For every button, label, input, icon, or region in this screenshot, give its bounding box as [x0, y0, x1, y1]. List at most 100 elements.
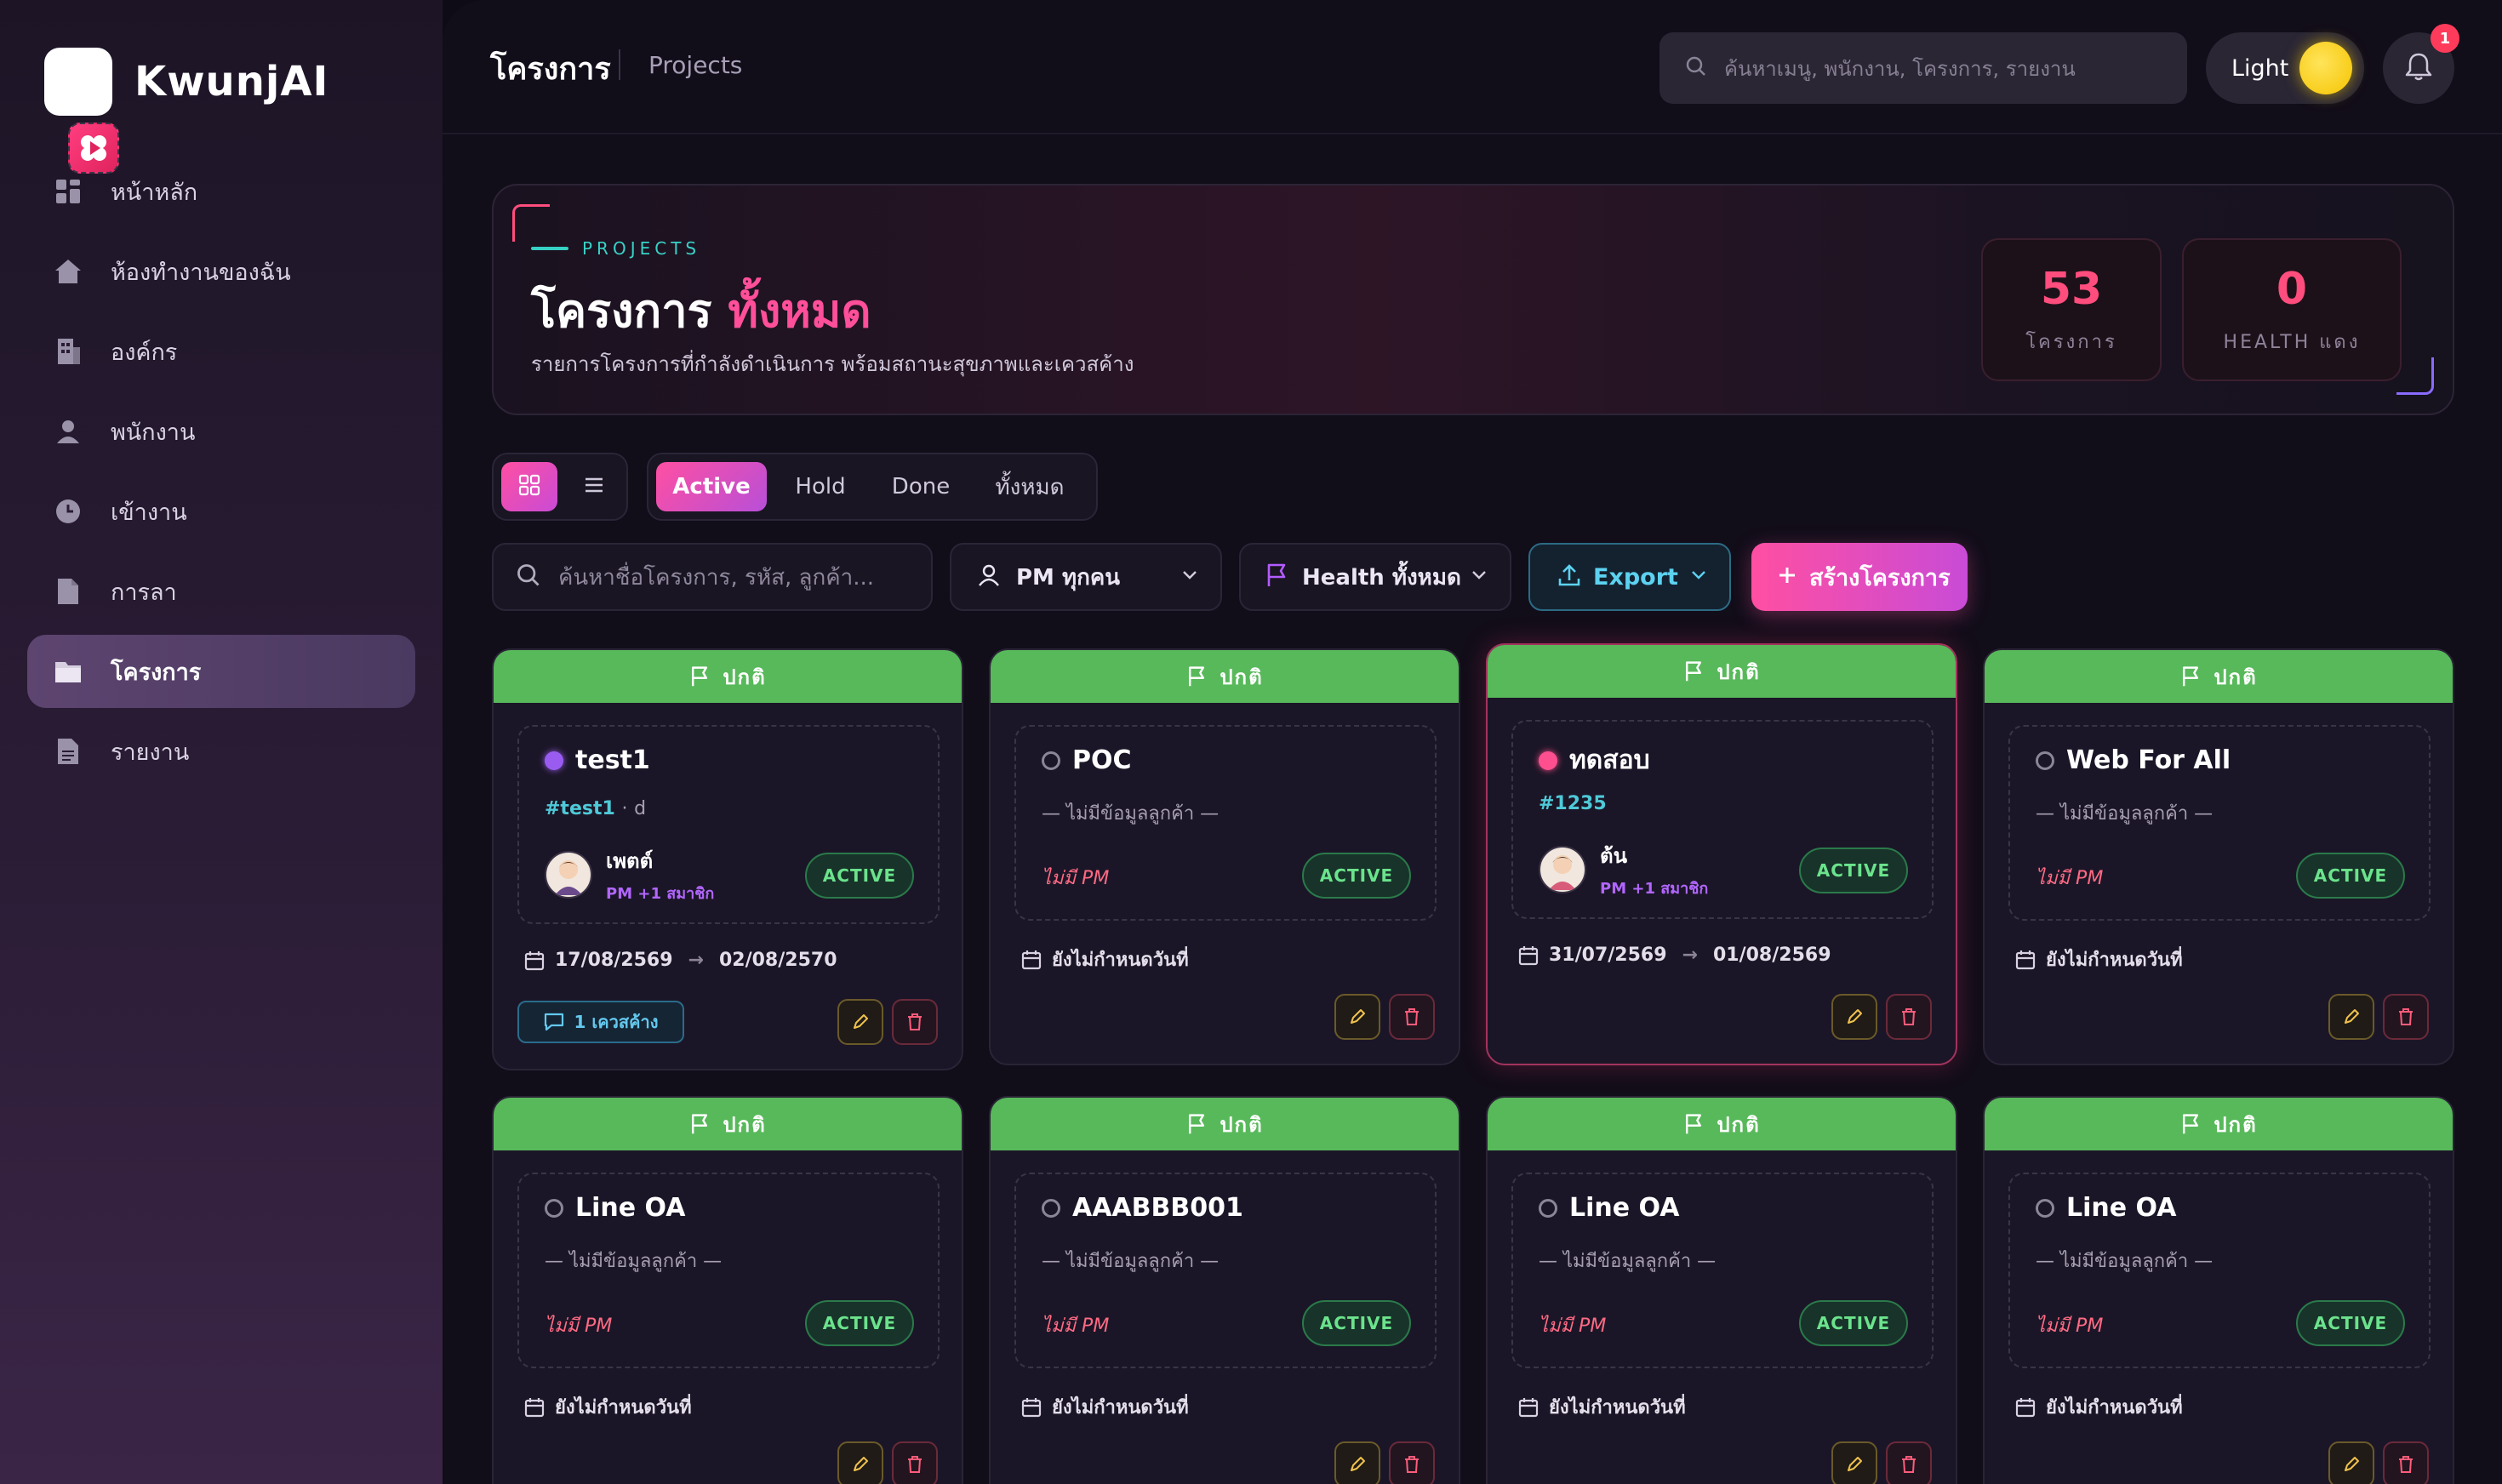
- health-label: ปกติ: [1717, 659, 1761, 684]
- delete-button[interactable]: [892, 1441, 938, 1484]
- tab-all[interactable]: ทั้งหมด: [974, 462, 1085, 511]
- edit-button[interactable]: [2328, 1441, 2374, 1484]
- grid-view-button[interactable]: [501, 462, 557, 511]
- delete-button[interactable]: [892, 999, 938, 1045]
- health-header: ปกติ: [991, 1098, 1459, 1150]
- project-card[interactable]: ปกติ Line OA — ไม่มีข้อมูลลูกค้า — ไม่มี…: [1983, 1096, 2454, 1484]
- status-tabs: Active Hold Done ทั้งหมด: [647, 453, 1098, 521]
- chevron-down-icon: [1181, 568, 1198, 585]
- sidebar-item-label: รายงาน: [111, 739, 190, 766]
- bell-icon: [2404, 51, 2433, 85]
- health-header: ปกติ: [1985, 650, 2453, 703]
- pending-label: 1 เควสค้าง: [574, 1012, 659, 1032]
- no-pm-label: ไม่มี PM: [1042, 1316, 1110, 1337]
- edit-button[interactable]: [837, 999, 883, 1045]
- no-date-label: ยังไม่กำหนดวันที่: [1052, 950, 1189, 971]
- status-badge: ACTIVE: [2296, 853, 2405, 899]
- card-body: Line OA — ไม่มีข้อมูลลูกค้า — ไม่มี PM A…: [2008, 1173, 2431, 1368]
- sidebar-item-reports[interactable]: รายงาน: [27, 715, 415, 788]
- folder-icon: [53, 656, 83, 687]
- project-code-text: #test1: [545, 798, 615, 819]
- sidebar-item-home[interactable]: หน้าหลัก: [27, 155, 415, 228]
- project-card[interactable]: ปกติ POC — ไม่มีข้อมูลลูกค้า — ไม่มี PM …: [989, 648, 1460, 1065]
- create-project-button[interactable]: สร้างโครงการ: [1751, 543, 1968, 611]
- flag-icon: [692, 666, 708, 687]
- project-card[interactable]: ปกติ Line OA — ไม่มีข้อมูลลูกค้า — ไม่มี…: [1486, 1096, 1957, 1484]
- delete-button[interactable]: [2383, 1441, 2429, 1484]
- theme-toggle[interactable]: Light: [2206, 32, 2364, 104]
- status-dot: [2036, 751, 2054, 770]
- delete-button[interactable]: [2383, 994, 2429, 1040]
- sidebar-item-label: เข้างาน: [111, 499, 187, 526]
- corner-decoration: [2396, 357, 2434, 395]
- health-filter-select[interactable]: Health ทั้งหมด: [1239, 543, 1511, 611]
- health-header: ปกติ: [1985, 1098, 2453, 1150]
- project-card[interactable]: ปกติ Web For All — ไม่มีข้อมูลลูกค้า — ไ…: [1983, 648, 2454, 1065]
- client-info: — ไม่มีข้อมูลลูกค้า —: [1539, 1251, 1717, 1272]
- export-button[interactable]: Export: [1528, 543, 1731, 611]
- page-title: โครงการ: [490, 52, 611, 87]
- project-card[interactable]: ปกติ test1 #test1 · d เพตต์ PM +1 สมาชิก…: [492, 648, 963, 1070]
- sun-icon: [2299, 42, 2352, 94]
- tab-done[interactable]: Done: [874, 462, 968, 511]
- project-name-text: Line OA: [2066, 1193, 2177, 1223]
- no-pm-label: ไม่มี PM: [2036, 1316, 2104, 1337]
- edit-button[interactable]: [1831, 994, 1877, 1040]
- status-badge: ACTIVE: [1302, 1300, 1411, 1346]
- search-icon: [516, 562, 541, 591]
- global-search-input[interactable]: ค้นหาเมนู, พนักงาน, โครงการ, รายงาน: [1659, 32, 2187, 104]
- client-info: — ไม่มีข้อมูลลูกค้า —: [2036, 803, 2214, 825]
- project-card[interactable]: ปกติ Line OA — ไม่มีข้อมูลลูกค้า — ไม่มี…: [492, 1096, 963, 1484]
- sidebar-item-my-workspace[interactable]: ห้องทำงานของฉัน: [27, 235, 415, 308]
- pm-filter-select[interactable]: PM ทุกคน: [950, 543, 1222, 611]
- edit-button[interactable]: [1831, 1441, 1877, 1484]
- no-date-label: ยังไม่กำหนดวันที่: [555, 1397, 692, 1418]
- edit-button[interactable]: [1334, 994, 1380, 1040]
- pm-name: เพตต์: [606, 849, 654, 873]
- card-body: test1 #test1 · d เพตต์ PM +1 สมาชิก ACTI…: [517, 725, 940, 924]
- health-label: ปกติ: [1717, 1112, 1761, 1137]
- project-code: #test1 · d: [545, 798, 647, 819]
- calendar-icon: [524, 950, 545, 970]
- health-label: ปกติ: [1220, 1112, 1264, 1137]
- sidebar-item-organization[interactable]: องค์กร: [27, 315, 415, 388]
- pm-role: PM +1 สมาชิก: [606, 885, 715, 903]
- delete-button[interactable]: [1886, 1441, 1932, 1484]
- edit-button[interactable]: [837, 1441, 883, 1484]
- project-card[interactable]: ปกติ AAABBB001 — ไม่มีข้อมูลลูกค้า — ไม่…: [989, 1096, 1460, 1484]
- delete-button[interactable]: [1389, 1441, 1435, 1484]
- hero-title-accent: ทั้งหมด: [728, 284, 871, 338]
- project-dates: ยังไม่กำหนดวันที่: [1021, 1392, 1189, 1422]
- brand[interactable]: KwunjAI: [44, 48, 328, 174]
- view-toggle: [492, 453, 628, 521]
- client-info: — ไม่มีข้อมูลลูกค้า —: [545, 1251, 723, 1272]
- sidebar-item-projects[interactable]: โครงการ: [27, 635, 415, 708]
- project-card[interactable]: ปกติ ทดสอบ #1235 ต้น PM +1 สมาชิก ACTIVE…: [1486, 643, 1957, 1065]
- sidebar-item-attendance[interactable]: เข้างาน: [27, 475, 415, 548]
- project-name: POC: [1042, 745, 1132, 775]
- client-info: — ไม่มีข้อมูลลูกค้า —: [1042, 1251, 1220, 1272]
- health-header: ปกติ: [494, 1098, 962, 1150]
- edit-button[interactable]: [2328, 994, 2374, 1040]
- project-search-input[interactable]: ค้นหาชื่อโครงการ, รหัส, ลูกค้า...: [492, 543, 933, 611]
- sidebar-item-leave[interactable]: การลา: [27, 555, 415, 628]
- health-header: ปกติ: [1488, 1098, 1956, 1150]
- report-icon: [53, 736, 83, 767]
- project-name: Web For All: [2036, 745, 2231, 775]
- project-name-text: AAABBB001: [1072, 1193, 1243, 1223]
- project-name-text: Line OA: [1569, 1193, 1680, 1223]
- delete-button[interactable]: [1886, 994, 1932, 1040]
- sidebar-item-employees[interactable]: พนักงาน: [27, 395, 415, 468]
- delete-button[interactable]: [1389, 994, 1435, 1040]
- edit-button[interactable]: [1334, 1441, 1380, 1484]
- search-icon: [1685, 55, 1707, 81]
- health-header: ปกติ: [991, 650, 1459, 703]
- tab-active[interactable]: Active: [656, 462, 767, 511]
- status-dot: [1042, 1198, 1060, 1218]
- list-view-button[interactable]: [566, 462, 622, 511]
- flag-icon: [1265, 562, 1288, 591]
- client-info: — ไม่มีข้อมูลลูกค้า —: [2036, 1251, 2214, 1272]
- tab-hold[interactable]: Hold: [774, 462, 867, 511]
- pending-quest-badge[interactable]: 1 เควสค้าง: [517, 1001, 684, 1043]
- pm-role: PM +1 สมาชิก: [1600, 880, 1709, 898]
